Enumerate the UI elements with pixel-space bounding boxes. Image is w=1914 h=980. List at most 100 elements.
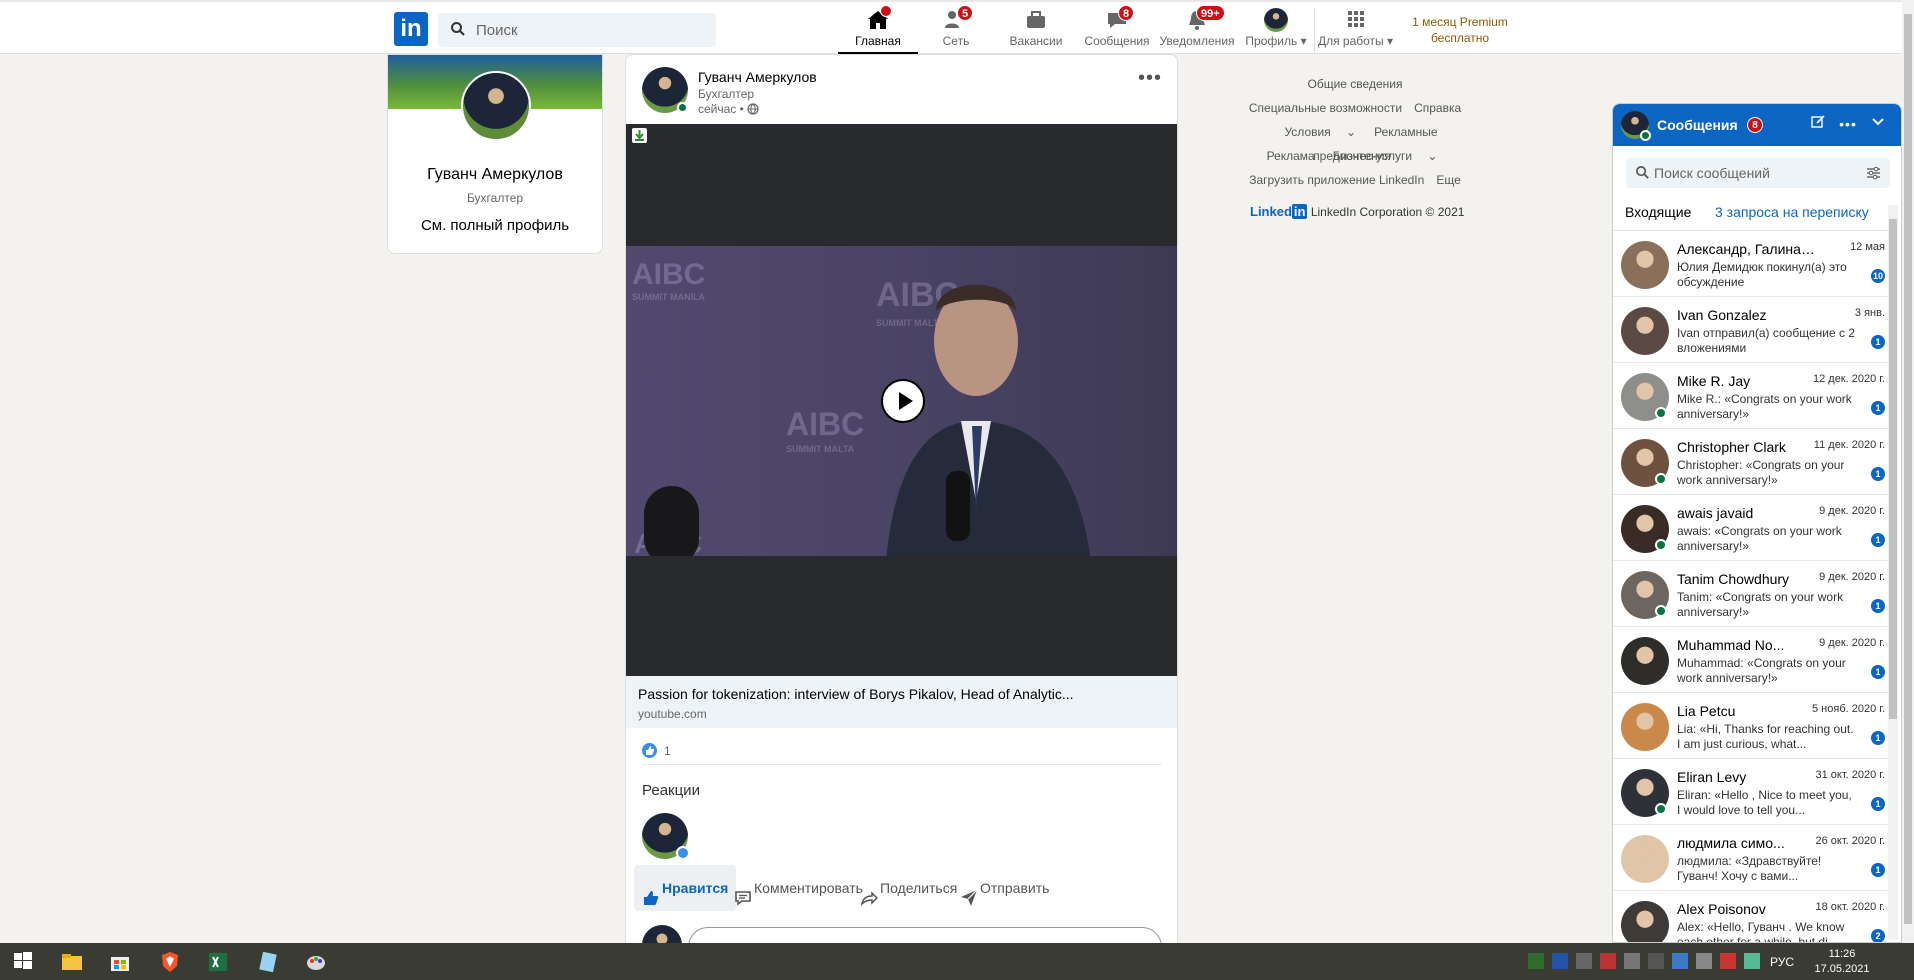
tray-app-icon[interactable]: [1720, 953, 1736, 969]
more-options-icon[interactable]: •••: [1138, 67, 1162, 90]
search-input[interactable]: [476, 13, 706, 47]
tab-inbox[interactable]: Входящие: [1625, 204, 1691, 220]
video-player[interactable]: AIBC SUMMIT MANILA AIBC SUMMIT MALTA AIB…: [626, 124, 1177, 676]
more-options-icon[interactable]: •••: [1839, 115, 1857, 133]
online-status-dot: [677, 102, 688, 113]
notepad-icon[interactable]: [256, 950, 280, 974]
tray-app-icon[interactable]: [1672, 953, 1688, 969]
post-author-name[interactable]: Гуванч Амеркулов: [698, 69, 817, 85]
footer-link[interactable]: Реклама: [1267, 149, 1315, 163]
footer-link-dropdown[interactable]: Условия ⌄: [1278, 125, 1362, 139]
social-counts[interactable]: 1: [642, 735, 1162, 765]
footer-links: Общие сведения Специальные возможности Сп…: [1230, 72, 1480, 192]
messaging-header[interactable]: Сообщения 8 •••: [1613, 104, 1901, 146]
clock[interactable]: 11:26 17.05.2021: [1812, 947, 1872, 977]
like-button[interactable]: Нравится: [634, 865, 737, 911]
messaging-scrollbar[interactable]: [1888, 205, 1898, 940]
conversation-item[interactable]: Александр, Галина, Ге... 12 маяЮлия Демид…: [1613, 230, 1891, 296]
conversation-item[interactable]: Muhammad No... 9 дек. 2020 г. Muhammad: «C…: [1613, 626, 1891, 692]
linkedin-wordmark: Linked in: [1250, 204, 1308, 219]
tray-app-icon[interactable]: [1624, 953, 1640, 969]
footer-link[interactable]: Специальные возможности: [1249, 101, 1402, 115]
conversation-snippet: Muhammad: «Congrats on your work anniver…: [1677, 656, 1846, 685]
nav-messaging[interactable]: 8 Сообщения: [1082, 5, 1152, 54]
footer-copyright: Linked in LinkedIn Corporation © 2021: [1250, 204, 1464, 219]
message-search-input[interactable]: [1654, 158, 1854, 188]
linkedin-logo[interactable]: in: [394, 12, 428, 46]
file-explorer-icon[interactable]: [60, 950, 84, 974]
store-icon[interactable]: [108, 950, 132, 974]
conversation-item[interactable]: Tanim Chowdhury 9 дек. 2020 г. Tanim: «Con…: [1613, 560, 1891, 626]
conversation-name: Ivan Gonzalez: [1677, 307, 1767, 323]
filter-icon[interactable]: [1866, 166, 1881, 185]
chevron-down-icon[interactable]: [1869, 115, 1887, 133]
nav-jobs[interactable]: Вакансии: [1006, 8, 1066, 54]
brave-browser-icon[interactable]: [158, 950, 182, 974]
tray-app-icon[interactable]: [1576, 953, 1592, 969]
tab-message-requests[interactable]: 3 запроса на переписку: [1715, 204, 1869, 220]
share-button[interactable]: Поделиться: [852, 865, 957, 911]
language-indicator[interactable]: РУС: [1770, 955, 1794, 969]
tray-network-icon[interactable]: [1696, 953, 1712, 969]
conversation-item[interactable]: Lia Petcu 5 нояб. 2020 г. Lia: «Hi, Thanks…: [1613, 692, 1891, 758]
footer-link[interactable]: Справка: [1414, 101, 1461, 115]
footer-link-dropdown[interactable]: Бизнес-услуги ⌄: [1327, 149, 1444, 163]
premium-offer-link[interactable]: 1 месяц Premium бесплатно: [1408, 14, 1512, 46]
conversation-item[interactable]: Eliran Levy 31 окт. 2020 г. Eliran: «Hello…: [1613, 758, 1891, 824]
conversation-name: Eliran Levy: [1677, 769, 1747, 785]
message-search[interactable]: [1626, 158, 1890, 188]
footer-link[interactable]: Загрузить приложение LinkedIn: [1249, 173, 1424, 187]
nav-notifications[interactable]: 99+ Уведомления: [1158, 5, 1236, 54]
conversation-item[interactable]: Alex Poisonov 18 окт. 2020 г. Alex: «Hello…: [1613, 890, 1891, 942]
conversation-item[interactable]: людмила симо... 26 окт. 2020 г. людмила: «…: [1613, 824, 1891, 890]
nav-work[interactable]: Для работы ▾: [1314, 8, 1396, 54]
footer-link[interactable]: Еще: [1436, 173, 1460, 187]
play-button[interactable]: [881, 379, 925, 423]
tray-app-icon[interactable]: [1600, 953, 1616, 969]
conversation-avatar: [1621, 637, 1669, 685]
likes-count[interactable]: 1: [664, 744, 671, 758]
comment-button[interactable]: Комментировать: [726, 865, 863, 911]
nav-jobs-label: Вакансии: [1009, 34, 1063, 48]
download-icon[interactable]: [632, 128, 647, 143]
nav-network[interactable]: 5 Сеть: [930, 5, 982, 54]
compose-icon[interactable]: [1809, 115, 1827, 133]
conversation-item[interactable]: Christopher Clark 11 дек. 2020 г. Christop…: [1613, 428, 1891, 494]
nav-home[interactable]: Главная: [838, 5, 918, 54]
page-scrollbar[interactable]: [1902, 0, 1914, 943]
profile-name[interactable]: Гуванч Амеркулов: [388, 166, 602, 184]
profile-photo[interactable]: [461, 71, 531, 141]
link-preview[interactable]: Passion for tokenization: interview of B…: [626, 676, 1177, 728]
grid-icon: [1343, 8, 1369, 32]
tray-app-icon[interactable]: [1648, 953, 1664, 969]
link-preview-title[interactable]: Passion for tokenization: interview of B…: [638, 686, 1074, 702]
online-status-dot: [1655, 803, 1667, 815]
windows-start-icon[interactable]: [12, 950, 36, 974]
conversation-item[interactable]: awais javaid 9 дек. 2020 г. awais: «Congra…: [1613, 494, 1891, 560]
scrollbar-thumb[interactable]: [1904, 14, 1912, 924]
notifications-badge: 99+: [1196, 5, 1225, 21]
online-status-dot: [1655, 473, 1667, 485]
messaging-badge: 8: [1118, 5, 1135, 21]
messaging-unread-badge: 8: [1747, 117, 1763, 133]
global-search[interactable]: [438, 13, 716, 47]
nav-profile[interactable]: Профиль ▾: [1242, 8, 1310, 54]
online-status-dot: [1640, 130, 1651, 141]
comment-button-label: Комментировать: [754, 880, 863, 896]
messaging-tabs: Входящие 3 запроса на переписку: [1613, 200, 1901, 226]
scrollbar-thumb[interactable]: [1889, 219, 1897, 719]
view-full-profile-link[interactable]: См. полный профиль: [388, 217, 602, 234]
excel-icon[interactable]: [206, 950, 230, 974]
send-button[interactable]: Отправить: [952, 865, 1049, 911]
conversation-name: Lia Petcu: [1677, 703, 1736, 719]
tray-app-icon[interactable]: [1552, 953, 1568, 969]
nav-notifications-label: Уведомления: [1159, 34, 1235, 48]
tray-nvidia-icon[interactable]: [1528, 953, 1544, 969]
conversation-item[interactable]: Ivan Gonzalez 3 янв. Ivan отправил(а) сооб…: [1613, 296, 1891, 362]
footer-link[interactable]: Общие сведения: [1308, 77, 1403, 91]
unread-count-badge: 1: [1871, 467, 1885, 481]
conversation-name: Alex Poisonov: [1677, 901, 1766, 917]
tray-app-icon[interactable]: [1744, 953, 1760, 969]
paint-icon[interactable]: [304, 950, 328, 974]
conversation-item[interactable]: Mike R. Jay 12 дек. 2020 г. Mike R.: «Cong…: [1613, 362, 1891, 428]
